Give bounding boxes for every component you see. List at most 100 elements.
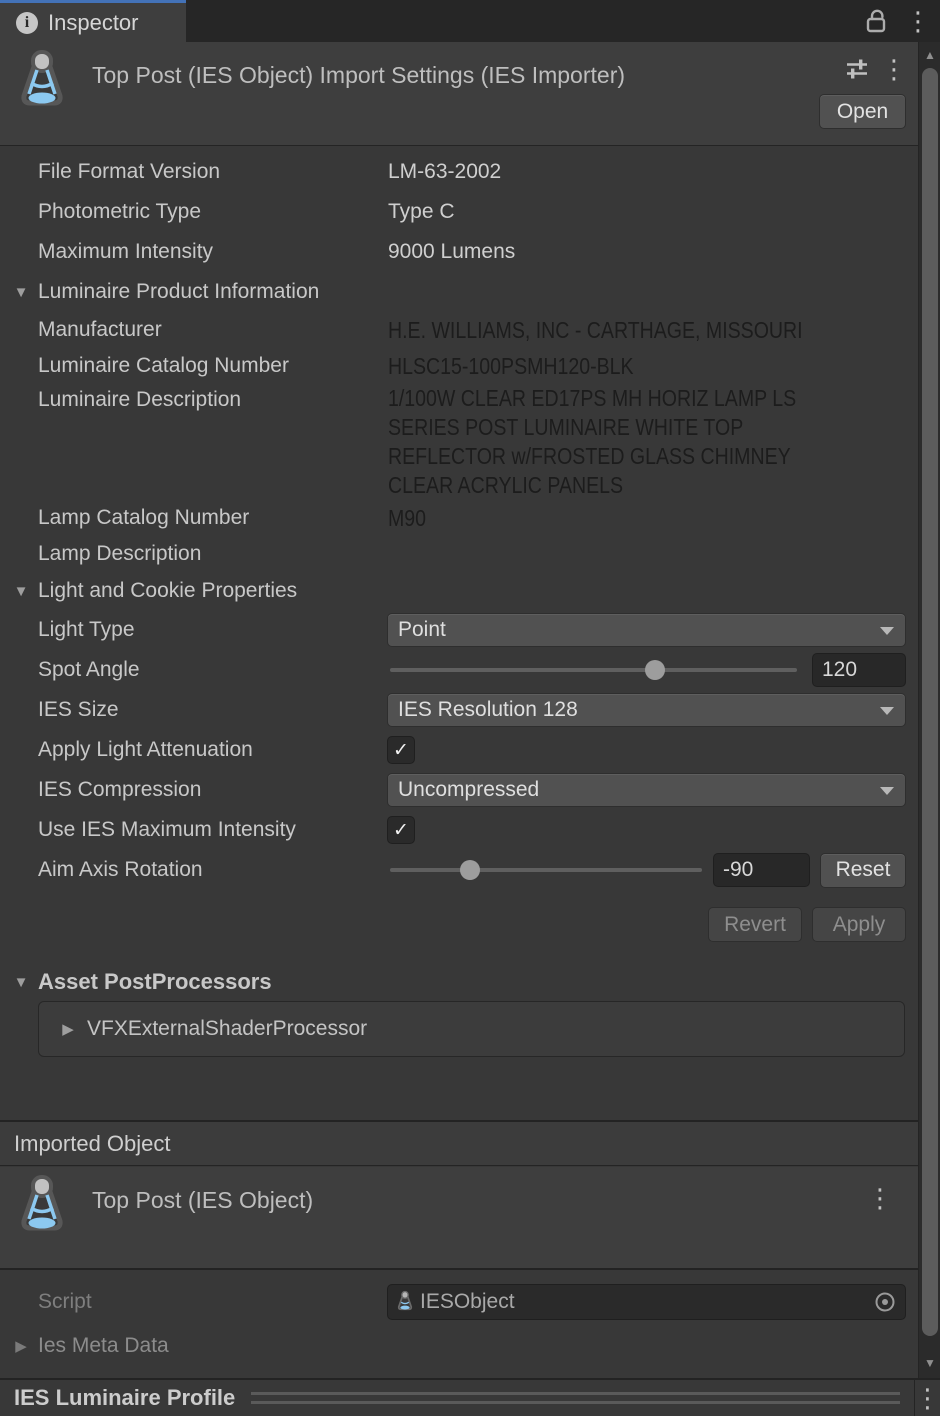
foldout-open-icon: ▼ xyxy=(12,974,30,991)
scroll-up-icon[interactable]: ▲ xyxy=(919,48,940,62)
script-value: IESObject xyxy=(420,1290,515,1314)
slider-track xyxy=(390,868,702,872)
field-value: -90 xyxy=(723,858,753,882)
script-object-field[interactable]: IESObject xyxy=(388,1285,905,1319)
field-row-lamp-description: Lamp Description xyxy=(0,536,918,572)
aim-axis-rotation-value-field[interactable]: -90 xyxy=(714,854,809,886)
field-label: Luminaire Description xyxy=(38,384,388,412)
field-row-aim-axis-rotation: Aim Axis Rotation -90 Reset xyxy=(0,850,918,890)
field-value: LM-63-2002 xyxy=(388,160,501,184)
foldout-label: Luminaire Product Information xyxy=(38,280,319,304)
open-button[interactable]: Open xyxy=(820,95,905,128)
chevron-down-icon xyxy=(880,627,894,635)
use-ies-maximum-intensity-checkbox[interactable]: ✓ xyxy=(388,817,414,843)
ies-size-dropdown[interactable]: IES Resolution 128 xyxy=(388,694,905,726)
tab-inspector[interactable]: i Inspector xyxy=(0,0,186,42)
importer-title: Top Post (IES Object) Import Settings (I… xyxy=(92,60,625,90)
imported-object-bar: Imported Object xyxy=(0,1120,940,1166)
importer-header: Top Post (IES Object) Import Settings (I… xyxy=(0,42,918,146)
dropdown-value: Point xyxy=(398,618,446,642)
field-row-spot-angle: Spot Angle 120 xyxy=(0,650,918,690)
ies-light-icon xyxy=(16,50,68,114)
ies-light-icon xyxy=(16,1175,68,1239)
field-value: 120 xyxy=(822,658,857,682)
object-picker-icon[interactable] xyxy=(874,1291,896,1313)
foldout-luminaire-product-information[interactable]: ▼ Luminaire Product Information xyxy=(0,272,918,312)
field-value: 1/100W CLEAR ED17PS MH HORIZ LAMP LS SER… xyxy=(388,384,796,500)
field-row-manufacturer: Manufacturer H.E. WILLIAMS, INC - CARTHA… xyxy=(0,312,918,348)
slider-track xyxy=(390,668,797,672)
scrollbar-thumb[interactable] xyxy=(922,68,938,1336)
imported-object-bar-label: Imported Object xyxy=(14,1131,171,1157)
field-row-luminaire-catalog-number: Luminaire Catalog Number HLSC15-100PSMH1… xyxy=(0,348,918,384)
light-type-dropdown[interactable]: Point xyxy=(388,614,905,646)
apply-light-attenuation-checkbox[interactable]: ✓ xyxy=(388,737,414,763)
reset-button[interactable]: Reset xyxy=(821,854,905,887)
postprocessor-label: VFXExternalShaderProcessor xyxy=(87,1017,367,1041)
dropdown-value: IES Resolution 128 xyxy=(398,698,578,722)
field-label: Manufacturer xyxy=(38,318,388,342)
field-value: Type C xyxy=(388,200,455,224)
field-label: Lamp Catalog Number xyxy=(38,506,388,530)
field-row-use-ies-maximum-intensity: Use IES Maximum Intensity ✓ xyxy=(0,810,918,850)
aim-axis-rotation-slider[interactable] xyxy=(388,854,704,886)
foldout-closed-icon: ▶ xyxy=(12,1337,30,1355)
imported-object-header: Top Post (IES Object) ⋮ xyxy=(0,1167,918,1270)
foldout-closed-icon: ▶ xyxy=(59,1020,77,1038)
field-value: M90 xyxy=(388,505,426,532)
field-row-file-format-version: File Format Version LM-63-2002 xyxy=(0,152,918,192)
scrollbar: ▲ ▼ xyxy=(918,42,940,1378)
apply-revert-row: Revert Apply xyxy=(0,908,918,941)
field-label: Use IES Maximum Intensity xyxy=(38,818,388,842)
script-label: Script xyxy=(38,1290,388,1314)
presets-icon[interactable] xyxy=(844,56,870,82)
foldout-open-icon: ▼ xyxy=(12,583,30,600)
preview-menu-kebab-icon[interactable]: ⋮ xyxy=(915,1385,940,1411)
foldout-label: Light and Cookie Properties xyxy=(38,579,297,603)
foldout-label: Asset PostProcessors xyxy=(38,969,272,995)
field-label: File Format Version xyxy=(38,160,388,184)
field-label: Spot Angle xyxy=(38,658,388,682)
field-label: Aim Axis Rotation xyxy=(38,858,388,882)
lock-open-icon[interactable] xyxy=(864,8,888,34)
field-row-maximum-intensity: Maximum Intensity 9000 Lumens xyxy=(0,232,918,272)
ies-light-icon xyxy=(396,1290,414,1314)
foldout-open-icon: ▼ xyxy=(12,284,30,301)
inspector-window: i Inspector ⋮ Top Post (IES xyxy=(0,0,940,1416)
scroll-down-icon[interactable]: ▼ xyxy=(919,1356,940,1370)
field-label: IES Size xyxy=(38,698,388,722)
field-label: IES Compression xyxy=(38,778,388,802)
field-row-lamp-catalog-number: Lamp Catalog Number M90 xyxy=(0,500,918,536)
tab-menu-kebab-icon[interactable]: ⋮ xyxy=(910,8,926,34)
field-row-photometric-type: Photometric Type Type C xyxy=(0,192,918,232)
spot-angle-value-field[interactable]: 120 xyxy=(813,654,905,686)
info-icon: i xyxy=(16,12,38,34)
spot-angle-slider[interactable] xyxy=(388,654,799,686)
script-row: Script IESObject xyxy=(0,1284,918,1320)
foldout-label: Ies Meta Data xyxy=(38,1334,169,1358)
postprocessor-item[interactable]: ▶ VFXExternalShaderProcessor xyxy=(38,1001,905,1057)
field-row-ies-size: IES Size IES Resolution 128 xyxy=(0,690,918,730)
field-row-apply-light-attenuation: Apply Light Attenuation ✓ xyxy=(0,730,918,770)
field-value: 9000 Lumens xyxy=(388,240,515,264)
apply-button[interactable]: Apply xyxy=(813,908,905,941)
foldout-light-and-cookie-properties[interactable]: ▼ Light and Cookie Properties xyxy=(0,572,918,610)
preview-drag-handle[interactable] xyxy=(251,1392,900,1404)
check-icon: ✓ xyxy=(393,739,409,762)
importer-menu-kebab-icon[interactable]: ⋮ xyxy=(886,56,902,82)
object-menu-kebab-icon[interactable]: ⋮ xyxy=(872,1185,888,1211)
field-label: Apply Light Attenuation xyxy=(38,738,388,762)
imported-object-title: Top Post (IES Object) xyxy=(92,1185,313,1215)
foldout-ies-meta-data[interactable]: ▶ Ies Meta Data xyxy=(0,1328,918,1364)
field-label: Light Type xyxy=(38,618,388,642)
field-label: Photometric Type xyxy=(38,200,388,224)
ies-compression-dropdown[interactable]: Uncompressed xyxy=(388,774,905,806)
slider-handle[interactable] xyxy=(645,660,665,680)
field-label: Lamp Description xyxy=(38,542,388,566)
preview-header: IES Luminaire Profile ⋮ xyxy=(0,1378,940,1416)
slider-handle[interactable] xyxy=(460,860,480,880)
field-label: Maximum Intensity xyxy=(38,240,388,264)
chevron-down-icon xyxy=(880,707,894,715)
foldout-asset-postprocessors[interactable]: ▼ Asset PostProcessors xyxy=(0,963,918,1001)
revert-button[interactable]: Revert xyxy=(709,908,801,941)
